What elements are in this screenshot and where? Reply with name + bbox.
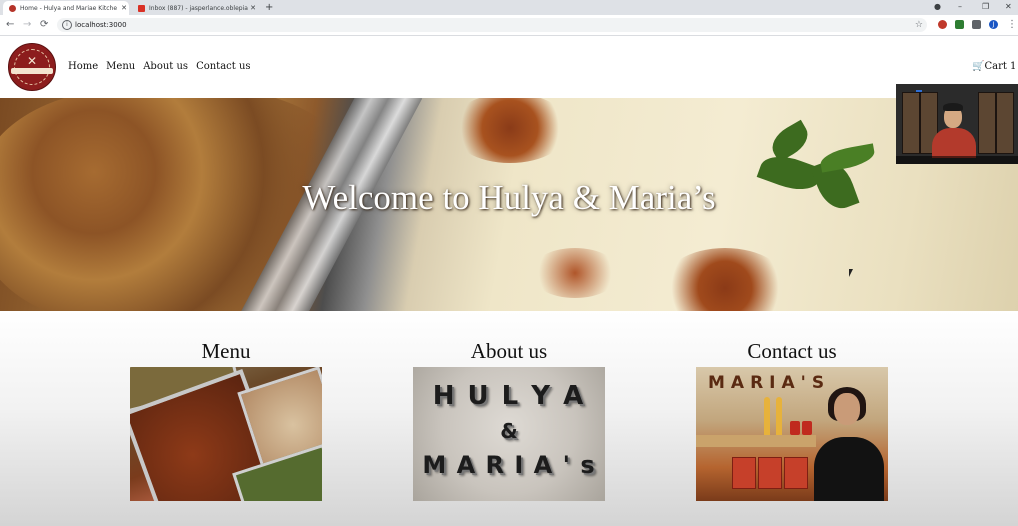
site-favicon-icon [9,4,16,12]
profile-switch-icon[interactable]: ● [934,0,941,14]
about-card-title[interactable]: About us [413,339,605,367]
presenter-body [932,128,976,158]
utensils-icon: ✕ [26,54,38,68]
address-bar[interactable]: i localhost:3000 ☆ [57,18,927,32]
cart-link[interactable]: 🛒Cart 1 [972,60,1016,73]
menu-card-image[interactable] [130,367,322,501]
restaurant-logo[interactable]: ✕ [8,43,56,91]
product-jar [790,421,800,435]
tab-home[interactable]: Home - Hulya and Mariae Kitche ✕ [3,1,129,15]
tab-title: Home - Hulya and Mariae Kitche [20,4,118,12]
menu-card[interactable]: Menu [130,339,322,501]
about-card[interactable]: About us H U L Y A & M A R I A ' s [413,339,605,501]
feature-cards: Menu About us H U L Y A & M A R I A ' s … [0,311,1018,526]
url-text[interactable]: localhost:3000 [75,18,127,32]
close-tab-icon[interactable]: ✕ [248,4,258,12]
chef-figure [814,437,884,501]
close-window-button[interactable]: ✕ [1005,0,1012,14]
mouse-cursor-icon [849,269,853,277]
extension-icon[interactable] [955,20,964,29]
tab-inbox[interactable]: Inbox (887) - jasperlance.oblepia ✕ [132,1,258,15]
minimize-button[interactable]: – [958,0,962,14]
logo-banner [11,68,53,74]
forward-icon[interactable]: → [23,15,31,35]
nav-links: Home Menu About us Contact us [68,60,251,73]
background-shelf [978,92,996,154]
product-jar [802,421,812,435]
nav-home-link[interactable]: Home [68,60,98,73]
hero-caption: Welcome to Hulya & Maria’s [302,178,716,217]
close-tab-icon[interactable]: ✕ [119,4,129,12]
contact-card-title[interactable]: Contact us [696,339,888,367]
nav-about-link[interactable]: About us [143,60,188,73]
webcam-overlay [896,84,1018,164]
product-box [758,457,782,489]
presenter-name-bar [896,156,1018,164]
hero-sauce [660,248,790,311]
site-navbar: ✕ Home Menu About us Contact us 🛒Cart 1 [0,36,1018,98]
more-menu-icon[interactable]: ⋮ [1007,15,1017,35]
nav-menu-link[interactable]: Menu [106,60,135,73]
star-icon[interactable]: ☆ [915,18,923,32]
info-icon[interactable]: i [62,20,72,30]
background-shelf [996,92,1014,154]
product-box [784,457,808,489]
nav-contact-link[interactable]: Contact us [196,60,250,73]
shop-shelf [696,435,816,447]
contact-card[interactable]: Contact us MARIA'S [696,339,888,501]
back-icon[interactable]: ← [6,15,14,35]
sign-text-marias: M A R I A ' s [422,451,596,479]
gmail-icon [138,4,145,12]
puzzle-icon[interactable] [972,20,981,29]
product-box [732,457,756,489]
hero-sauce [450,98,570,163]
store-sign-text: MARIA'S [708,373,831,393]
restore-button[interactable]: ❐ [982,0,989,14]
contact-card-image[interactable]: MARIA'S [696,367,888,501]
sign-text-ampersand: & [500,419,518,443]
browser-toolbar: ← → ⟳ i localhost:3000 ☆ J ⋮ [0,15,1018,36]
chef-face [834,393,860,425]
tab-title: Inbox (887) - jasperlance.oblepia [149,4,248,12]
profile-avatar[interactable]: J [989,20,998,29]
presenter-hair [943,103,963,111]
menu-card-title[interactable]: Menu [130,339,322,367]
sign-text-hulya: H U L Y A [432,381,586,411]
hero-sauce [530,248,620,298]
browser-tab-bar: Home - Hulya and Mariae Kitche ✕ Inbox (… [0,0,1018,15]
reload-icon[interactable]: ⟳ [40,15,48,35]
background-shelf [902,92,920,154]
new-tab-button[interactable]: + [265,1,273,14]
extension-icon[interactable] [938,20,947,29]
hero-banner: Welcome to Hulya & Maria’s [0,98,1018,311]
about-card-image[interactable]: H U L Y A & M A R I A ' s [413,367,605,501]
